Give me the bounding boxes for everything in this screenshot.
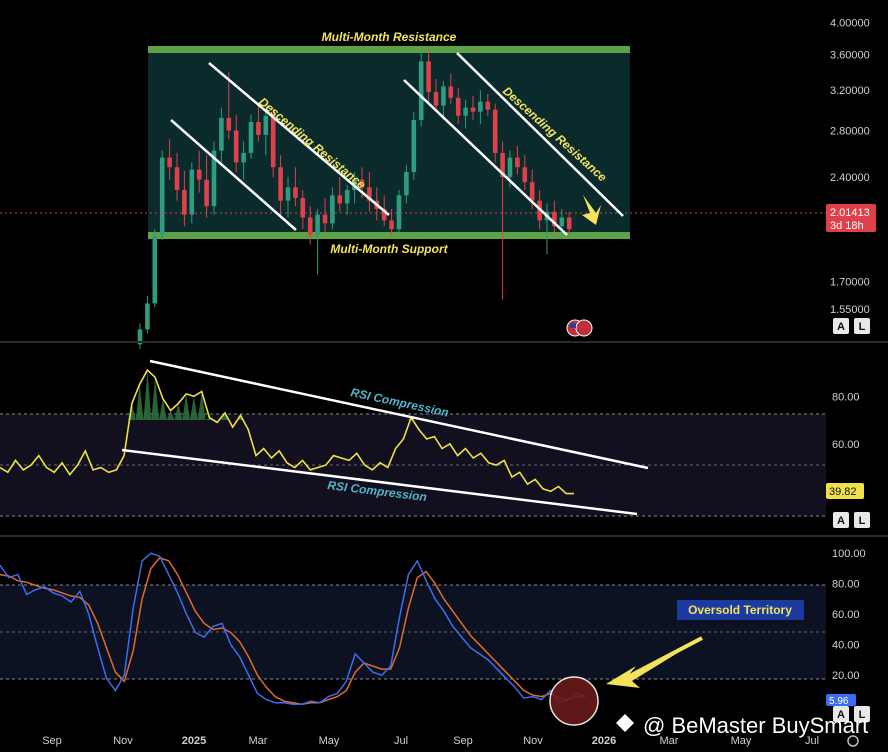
candle-body — [478, 101, 483, 112]
rsi-current-value: 39.82 — [829, 486, 857, 498]
current-price-value: 2.01413 — [830, 207, 870, 219]
price-tick-label: 1.70000 — [830, 276, 870, 288]
countdown-value: 3d 18h — [830, 220, 864, 232]
candle-body — [566, 217, 572, 230]
candle-body — [411, 119, 417, 173]
candle-body — [233, 130, 239, 163]
candle-body — [470, 107, 476, 112]
watermark-text: @ BeMaster BuySmart — [643, 713, 868, 738]
candle-body — [485, 101, 491, 110]
time-tick-label: 2026 — [592, 735, 616, 747]
support-label: Multi-Month Support — [330, 242, 448, 256]
watermark: @ BeMaster BuySmart — [616, 713, 868, 738]
candle-body — [159, 157, 165, 236]
log-scale-label: L — [859, 321, 866, 333]
candle-body — [330, 195, 335, 224]
stoch-current-value: 5.96 — [829, 696, 849, 707]
price-tick-label: 3.20000 — [830, 85, 870, 97]
price-tick-label: 1.55000 — [830, 304, 870, 316]
candle-body — [396, 195, 402, 230]
candle-body — [189, 169, 195, 215]
time-tick-label: Sep — [453, 735, 473, 747]
time-tick-label: Jul — [394, 735, 408, 747]
chart-canvas: Multi-Month Resistance Multi-Month Suppo… — [0, 0, 888, 752]
candle-body — [522, 167, 528, 183]
price-tick-label: 2.40000 — [830, 172, 870, 184]
candle-body — [463, 107, 468, 116]
time-tick-label: Nov — [113, 735, 133, 747]
candle-body — [418, 61, 424, 120]
time-tick-label: Sep — [42, 735, 62, 747]
resistance-band — [148, 46, 630, 53]
candle-body — [270, 115, 276, 168]
rsi-tick-label: 80.00 — [832, 391, 860, 403]
candle-body — [448, 86, 454, 98]
stoch-tick-label: 20.00 — [832, 670, 860, 682]
candle-body — [300, 197, 306, 218]
rsi-auto-label: A — [837, 515, 845, 527]
time-tick-label: Nov — [523, 735, 543, 747]
candle-body — [285, 187, 291, 201]
candle-body — [256, 122, 261, 135]
candle-body — [226, 117, 232, 131]
rsi-log-label: L — [859, 515, 866, 527]
time-tick-label: Mar — [249, 735, 268, 747]
candle-body — [426, 61, 431, 93]
candle-body — [248, 122, 254, 153]
candle-body — [492, 109, 498, 153]
oversold-highlight — [549, 676, 599, 726]
rsi-tick-label: 60.00 — [832, 439, 860, 451]
candle-body — [196, 169, 202, 180]
oversold-label: Oversold Territory — [688, 603, 792, 617]
candle-body — [182, 189, 187, 215]
time-tick-label: 2025 — [182, 735, 206, 747]
price-tick-label: 4.00000 — [830, 18, 870, 30]
stoch-tick-label: 80.00 — [832, 579, 860, 591]
candle-body — [515, 157, 520, 168]
candle-body — [293, 187, 298, 198]
candle-body — [174, 167, 180, 190]
candle-body — [559, 217, 565, 227]
candle-body — [263, 115, 269, 135]
candle-body — [307, 217, 313, 236]
candle-body — [152, 235, 158, 304]
candle-body — [455, 97, 461, 116]
candle-body — [337, 195, 343, 204]
candle-body — [315, 214, 320, 236]
auto-scale-label: A — [837, 321, 845, 333]
price-tick-label: 2.80000 — [830, 126, 870, 138]
candle-body — [167, 157, 172, 168]
stoch-tick-label: 40.00 — [832, 640, 860, 652]
candle-body — [241, 152, 246, 163]
resistance-label: Multi-Month Resistance — [322, 30, 457, 44]
candle-body — [529, 182, 535, 201]
candle-body — [344, 189, 350, 204]
time-tick-label: May — [319, 735, 340, 747]
candle-body — [507, 157, 513, 178]
candle-body — [219, 117, 224, 151]
candle-body — [433, 92, 439, 106]
candle-body — [322, 214, 328, 224]
candle-body — [145, 303, 150, 330]
candle-body — [278, 167, 283, 201]
support-band — [148, 232, 630, 239]
stoch-tick-label: 100.00 — [832, 548, 866, 560]
stoch-tick-label: 60.00 — [832, 609, 860, 621]
candle-body — [204, 179, 209, 207]
candle-body — [441, 86, 446, 106]
candle-body — [404, 172, 409, 196]
price-tick-label: 3.60000 — [830, 50, 870, 62]
candle-body — [389, 220, 394, 230]
flag-icon — [566, 319, 593, 337]
